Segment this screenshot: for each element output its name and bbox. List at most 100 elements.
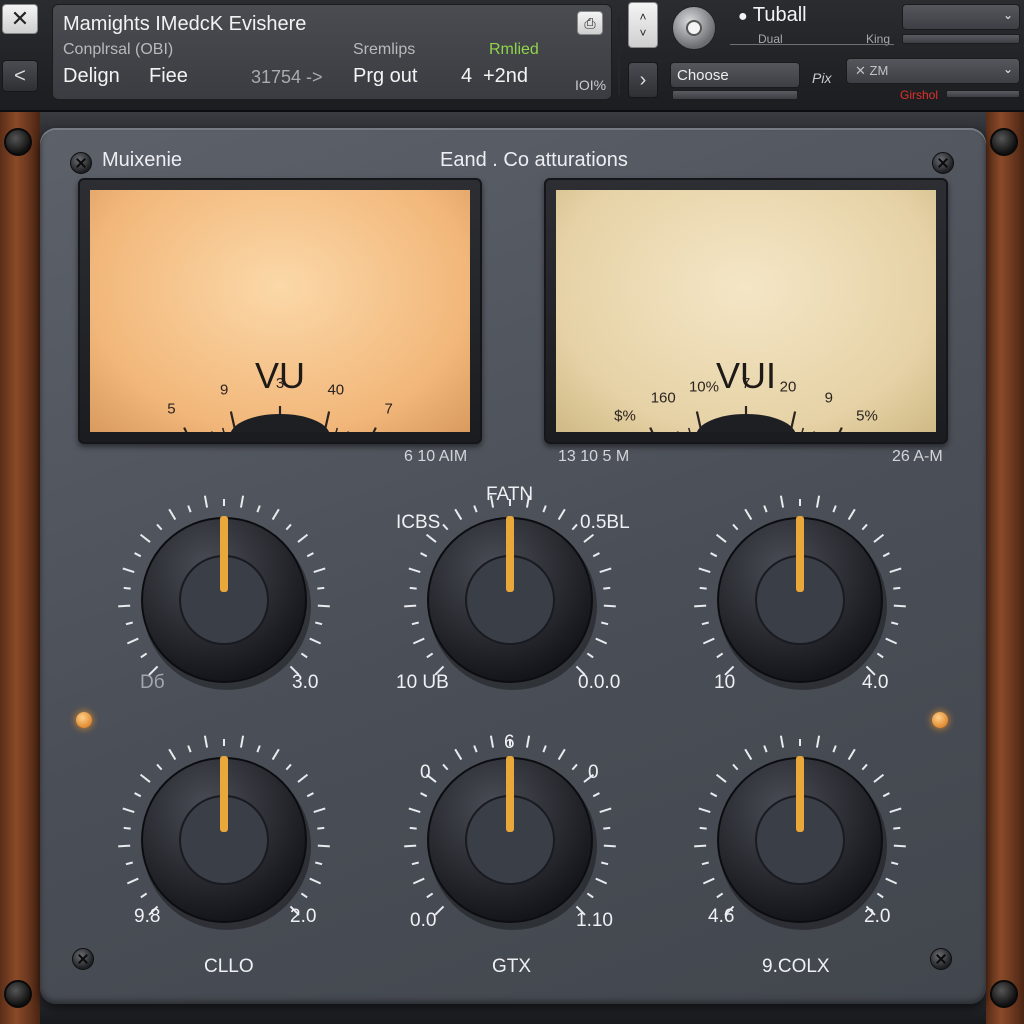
knob-tick <box>599 807 612 813</box>
knob-5-top-label: 6 <box>504 732 515 753</box>
knob-pointer <box>506 756 514 832</box>
vu-meter-left: 259340795067VU <box>78 178 482 444</box>
knob-tick <box>140 892 148 899</box>
close-button[interactable]: ✕ <box>2 4 38 34</box>
knob-2-max-label: 0.0.0 <box>578 672 621 693</box>
knob-tick <box>694 844 707 848</box>
knob-tick <box>873 773 885 783</box>
knob-tick <box>557 748 566 761</box>
knob-6-min-label: 4.6 <box>708 906 735 927</box>
knob-tick <box>297 773 309 783</box>
knob-tick <box>315 861 323 866</box>
knob-6-name-label: 9.COLX <box>762 956 830 977</box>
knob-tick <box>891 621 899 626</box>
knob-tick <box>411 861 419 866</box>
knob-tick <box>891 861 899 866</box>
menu-output[interactable]: Prg out <box>353 65 417 88</box>
knob-tick <box>122 807 135 813</box>
wood-side-left <box>0 112 40 1024</box>
girshol-strip[interactable] <box>946 90 1020 98</box>
knob-tick <box>847 748 856 761</box>
meter-vu-label: VU <box>255 355 305 396</box>
knob-tick <box>583 533 595 543</box>
knob-tick <box>715 773 727 783</box>
knob-tick <box>702 877 715 885</box>
top-dropdown[interactable]: ⌄ <box>902 4 1020 30</box>
knob-pointer <box>220 516 228 592</box>
knob-tick <box>239 735 245 748</box>
status-text: Rmlied <box>489 41 539 58</box>
knob-tick <box>411 621 419 626</box>
knob-tick <box>599 567 612 573</box>
preset-wheel-icon[interactable] <box>672 6 716 50</box>
knob-tick <box>315 621 323 626</box>
knob-tick <box>542 745 547 753</box>
knob-tick <box>408 567 421 573</box>
knob-tick <box>425 533 437 543</box>
divider <box>618 17 620 95</box>
knob-tick <box>779 735 785 748</box>
knob-tick <box>134 552 142 558</box>
knob-tick <box>285 763 292 771</box>
knob-tick <box>285 523 292 531</box>
vu-meter-left-scale: 259340795067VU <box>120 355 440 432</box>
knob-1-max-label: 3.0 <box>292 672 319 693</box>
chevron-left-icon: < <box>14 64 26 87</box>
panel-screw <box>932 152 954 174</box>
meter-scale-number: 10% <box>689 379 719 396</box>
knob-5-top-left-label: 0 <box>420 762 431 783</box>
knob-tick <box>885 877 898 885</box>
knob-tick <box>156 763 163 771</box>
level-strip[interactable] <box>902 34 1020 44</box>
panel-heading: Eand . Co atturations <box>440 149 628 171</box>
wood-side-right <box>986 112 1024 1024</box>
knob-tick <box>861 523 868 531</box>
knob-tick <box>454 508 463 521</box>
choose-dropdown[interactable]: Choose <box>670 62 800 88</box>
mode-dropdown[interactable]: ✕ ZM ⌄ <box>846 58 1020 84</box>
knob-tick <box>123 826 131 830</box>
knob-tick <box>306 792 314 798</box>
knob-tick <box>699 586 707 590</box>
choose-strip[interactable] <box>672 90 798 100</box>
back-button[interactable]: < <box>2 60 38 92</box>
knob-tick <box>420 552 428 558</box>
knob-tick <box>139 773 151 783</box>
knob-tick <box>601 861 609 866</box>
knob-tick <box>744 508 753 521</box>
knob-tick <box>763 505 768 513</box>
knob-tick <box>126 637 139 645</box>
knob-tick <box>586 652 594 659</box>
knob-tick <box>412 637 425 645</box>
knob-tick <box>426 892 434 899</box>
meter-scale-number: 7 <box>384 401 392 418</box>
save-icon: ⎙ <box>584 14 596 31</box>
chevron-down-icon: ⌄ <box>1002 62 1013 76</box>
knob-tick <box>442 523 449 531</box>
knob-tick <box>126 877 139 885</box>
knob-tick <box>732 523 739 531</box>
menu-design[interactable]: Delign <box>63 65 120 88</box>
meter-tick <box>183 427 188 432</box>
knob-4-min-label: 9.8 <box>134 906 161 927</box>
meter-vu-label: VUI <box>716 355 776 396</box>
knob-tick <box>139 533 151 543</box>
knob-tick <box>271 748 280 761</box>
knob-tick <box>715 533 727 543</box>
knob-tick <box>256 505 261 513</box>
meter-left-time: 6 10 AIM <box>404 448 468 465</box>
meter-right-time-left: 13 10 5 M <box>558 448 630 465</box>
knob-tick <box>134 792 142 798</box>
knob-tick <box>557 508 566 521</box>
preset-name: ● Tuball <box>738 4 807 26</box>
menu-file[interactable]: Fiee <box>149 65 188 88</box>
save-button[interactable]: ⎙ <box>577 11 603 35</box>
panel-screw <box>70 152 92 174</box>
up-down-stepper[interactable]: ˄ ˅ <box>628 2 658 48</box>
next-button[interactable]: › <box>628 62 658 98</box>
knob-tick <box>889 567 902 573</box>
knob-tick <box>300 892 308 899</box>
knob-tick <box>313 567 326 573</box>
knob-tick <box>404 604 417 608</box>
knob-4-max-label: 2.0 <box>290 906 317 927</box>
